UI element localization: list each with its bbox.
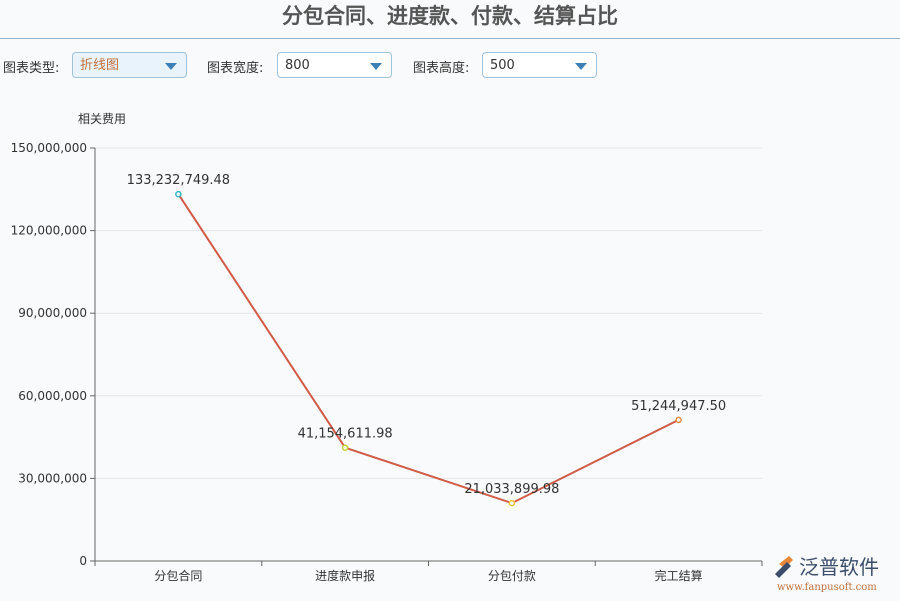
svg-text:泛普软件: 泛普软件 — [799, 555, 879, 579]
y-tick-label: 0 — [79, 554, 87, 568]
data-point — [176, 192, 181, 197]
data-point — [509, 501, 514, 506]
y-tick-label: 90,000,000 — [18, 306, 87, 320]
data-label: 21,033,899.98 — [464, 482, 559, 497]
data-point — [676, 417, 681, 422]
data-point — [343, 445, 348, 450]
line-chart: 0 30,000,000 60,000,000 90,000,000 120,000,0… — [0, 0, 900, 600]
y-tick-label: 30,000,000 — [18, 471, 87, 485]
x-tick-label: 进度款申报 — [315, 568, 375, 583]
y-tick-label: 150,000,000 — [11, 141, 87, 155]
series-line — [178, 194, 678, 503]
y-tick-label: 120,000,000 — [11, 224, 87, 238]
x-tick-label: 分包付款 — [488, 569, 536, 583]
fanpusoft-logo: 泛普软件 www.fanpusoft.com — [773, 552, 898, 601]
x-tick-label: 完工结算 — [655, 568, 703, 583]
data-label: 133,232,749.48 — [127, 173, 230, 188]
data-label: 41,154,611.98 — [298, 427, 393, 442]
data-label: 51,244,947.50 — [631, 399, 726, 414]
y-axis-label: 相关费用 — [78, 112, 126, 126]
svg-text:www.fanpusoft.com: www.fanpusoft.com — [777, 582, 877, 593]
y-tick-label: 60,000,000 — [18, 389, 87, 403]
x-tick-label: 分包合同 — [154, 568, 202, 583]
